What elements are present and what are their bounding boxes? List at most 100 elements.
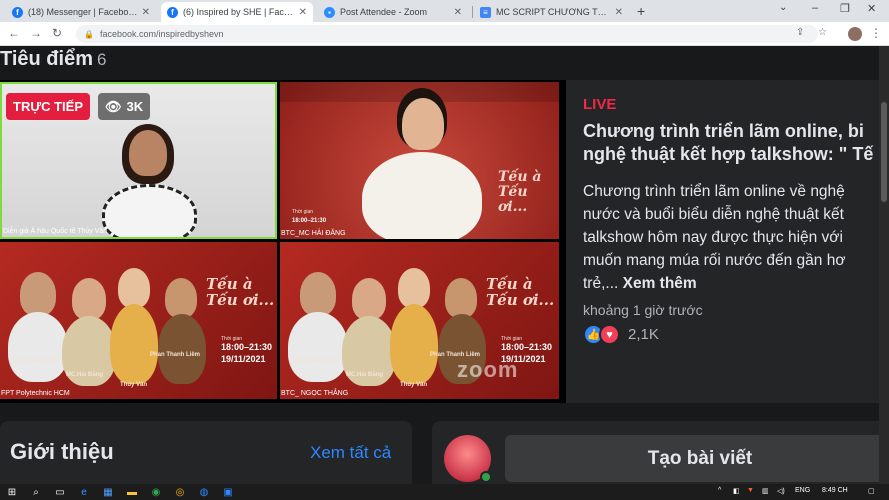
post-body: Chương trình triển lãm online về nghệ nư… xyxy=(583,180,879,295)
windows-taskbar: ⊞ ⌕ ▭ e ▦ ▬ ◉ ◎ ◍ ▣ ^ ◧ ▼ ▥ ◁) ENG 8:49 … xyxy=(0,484,889,500)
video-tile-poster-fpt: Tếu à Tếu ơi... Thời gian 18:00–21:30 19… xyxy=(0,242,277,399)
performer-label: Thúy Vân xyxy=(120,382,148,388)
post-timestamp[interactable]: khoảng 1 giờ trước xyxy=(583,302,703,318)
docs-icon: ≡ xyxy=(480,6,491,18)
speaker-dress xyxy=(102,184,197,237)
new-tab-icon[interactable]: + xyxy=(637,3,645,19)
highlights-heading: Tiêu điểm 6 xyxy=(0,48,106,71)
clock[interactable]: 8:49 CH xyxy=(822,487,848,494)
section-count: 6 xyxy=(97,50,107,69)
reactions-summary[interactable]: 👍 ♥ 2,1K xyxy=(583,324,659,345)
live-video-player[interactable]: Diễn giả Á hậu Quốc tế Thúy Vân Tếu à Tế… xyxy=(0,80,566,403)
volume-icon[interactable]: ◁) xyxy=(777,487,785,495)
search-icon[interactable]: ⌕ xyxy=(30,486,42,498)
scrollbar-thumb[interactable] xyxy=(881,102,887,202)
live-post-details: LIVE Chương trình triển lãm online, bi n… xyxy=(566,80,879,403)
close-icon[interactable]: ✕ xyxy=(299,7,307,18)
video-tile-mc: Tếu à Tếu ơi... Thời gian 18:00–21:30 BT… xyxy=(280,82,559,239)
edge-icon[interactable]: e xyxy=(78,486,90,498)
lock-icon: 🔒 xyxy=(84,29,94,39)
restore-icon[interactable]: ❐ xyxy=(840,2,850,15)
mc-face xyxy=(72,278,106,320)
browser-menu-icon[interactable]: ⋮ xyxy=(870,26,882,40)
performer-label: MC.Hải Đăng xyxy=(66,372,104,378)
share-icon[interactable]: ⇪ xyxy=(796,27,804,38)
task-view-icon[interactable]: ▭ xyxy=(54,486,66,498)
post-title[interactable]: Chương trình triển lãm online, bi nghệ t… xyxy=(583,120,879,166)
bookmark-star-icon[interactable]: ☆ xyxy=(818,27,827,38)
notification-icon[interactable]: ▢ xyxy=(868,487,875,495)
tab-zoom[interactable]: ▪ Post Attendee - Zoom ✕ xyxy=(318,2,468,22)
facebook-icon: f xyxy=(167,6,178,18)
online-status-dot xyxy=(480,471,492,483)
facebook-page: Tiêu điểm 6 Diễn giả Á hậu Quốc tế Thúy V… xyxy=(0,46,879,484)
singer-dress xyxy=(390,304,438,384)
close-icon[interactable]: ✕ xyxy=(454,7,462,18)
artist-jacket xyxy=(158,314,206,384)
zoom-taskbar-icon[interactable]: ▣ xyxy=(222,486,234,498)
window-close-icon[interactable]: ✕ xyxy=(867,2,876,15)
guest-face xyxy=(20,272,56,316)
singer-face xyxy=(398,268,430,308)
tile-caption: BTC_ NGỌC THẮNG xyxy=(281,390,349,397)
performer-label: Huỳnh Anh Tuấn xyxy=(290,358,338,364)
create-post-card: Tạo bài viết xyxy=(432,421,879,484)
tray-vlc-icon[interactable]: ▼ xyxy=(747,487,754,494)
guest-shirt xyxy=(8,312,68,382)
tile-caption: BTC_MC HẢI ĐĂNG xyxy=(281,230,346,237)
url-input[interactable]: 🔒 facebook.com/inspiredbyshevn ⇪ ☆ xyxy=(76,25,827,43)
language-indicator[interactable]: ENG xyxy=(795,487,810,494)
chrome-icon[interactable]: ◎ xyxy=(174,486,186,498)
windows-start-icon[interactable]: ⊞ xyxy=(6,486,18,498)
tab-divider xyxy=(472,6,473,18)
tab-title: (6) Inspired by SHE | Facebook xyxy=(183,7,295,17)
profile-avatar[interactable] xyxy=(848,27,862,41)
close-icon[interactable]: ✕ xyxy=(142,7,150,18)
file-explorer-icon[interactable]: ▬ xyxy=(126,486,138,498)
event-time: 18:00–21:30 xyxy=(501,342,553,352)
page-scrollbar[interactable] xyxy=(879,46,889,484)
guest-shirt xyxy=(288,312,348,382)
app-icon[interactable]: ◉ xyxy=(150,486,162,498)
tile-caption: FPT Polytechnic HCM xyxy=(1,390,70,397)
time-label: Thời gian xyxy=(292,209,314,215)
tab-inspired-by-she[interactable]: f (6) Inspired by SHE | Facebook ✕ xyxy=(161,2,313,22)
section-title: Tiêu điểm xyxy=(0,48,93,70)
browser-tab-bar: f (18) Messenger | Facebook ✕ f (6) Insp… xyxy=(0,0,889,22)
poster-title: Tếu à Tếu ơi... xyxy=(498,169,542,215)
mc-face xyxy=(402,98,444,150)
tab-title: (18) Messenger | Facebook xyxy=(28,7,138,17)
tab-title: MC SCRIPT CHƯƠNG TRÌNH TRIỂ xyxy=(496,7,611,17)
forward-icon[interactable]: → xyxy=(30,26,42,40)
poster-title: Tếu à Tếu ơi... xyxy=(486,275,555,309)
mc-ao-dai xyxy=(362,152,482,239)
store-icon[interactable]: ▦ xyxy=(102,486,114,498)
minimize-icon[interactable]: – xyxy=(812,2,818,14)
messenger-icon[interactable]: ◍ xyxy=(198,486,210,498)
speaker-face xyxy=(129,130,167,176)
love-icon: ♥ xyxy=(599,324,620,345)
tab-messenger[interactable]: f (18) Messenger | Facebook ✕ xyxy=(6,2,156,22)
performer-label: Phan Thanh Liêm xyxy=(150,352,201,358)
create-post-button[interactable]: Tạo bài viết xyxy=(505,435,879,482)
network-icon[interactable]: ▥ xyxy=(762,487,769,495)
guest-face xyxy=(300,272,336,316)
event-time: 18:00–21:30 xyxy=(221,342,273,352)
zoom-icon: ▪ xyxy=(324,6,335,18)
close-icon[interactable]: ✕ xyxy=(615,7,623,18)
url-text: facebook.com/inspiredbyshevn xyxy=(99,29,224,39)
tray-app-icon[interactable]: ◧ xyxy=(733,487,740,495)
performer-label: Thúy Vân xyxy=(400,382,428,388)
reload-icon[interactable]: ↻ xyxy=(52,26,62,40)
see-more-link[interactable]: Xem thêm xyxy=(623,275,697,292)
performer-label: Huỳnh Anh Tuấn xyxy=(10,358,58,364)
zoom-watermark: zoom xyxy=(457,357,519,382)
mc-face xyxy=(352,278,386,320)
artist-face xyxy=(165,278,197,318)
tab-search-icon[interactable]: ⌄ xyxy=(779,2,787,13)
viewer-count-value: 3K xyxy=(126,99,144,114)
back-icon[interactable]: ← xyxy=(8,26,20,40)
see-all-link[interactable]: Xem tất cả xyxy=(310,443,391,463)
tray-chevron-icon[interactable]: ^ xyxy=(718,487,721,494)
tab-mc-script[interactable]: ≡ MC SCRIPT CHƯƠNG TRÌNH TRIỂ ✕ xyxy=(474,2,629,22)
